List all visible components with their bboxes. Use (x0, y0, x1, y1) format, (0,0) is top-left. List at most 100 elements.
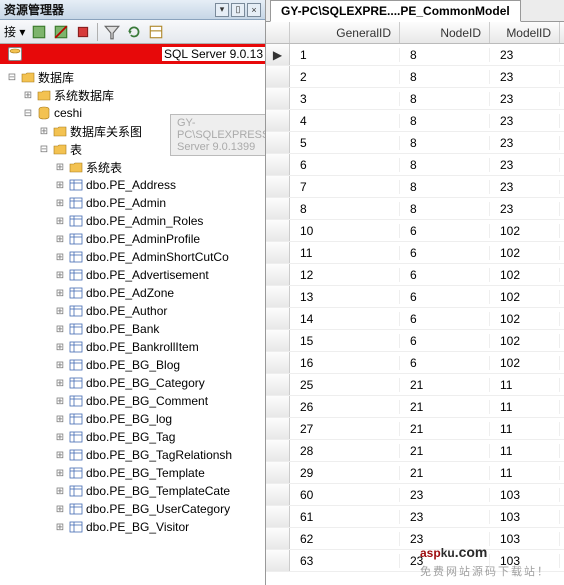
cell[interactable]: 23 (490, 202, 560, 216)
cell[interactable]: 103 (490, 510, 560, 524)
cell[interactable]: 23 (490, 136, 560, 150)
cell[interactable]: 102 (490, 312, 560, 326)
cell[interactable]: 60 (290, 488, 400, 502)
cell[interactable]: 21 (400, 400, 490, 414)
table-node[interactable]: ⊞dbo.PE_BG_Template (0, 464, 265, 482)
cell[interactable]: 5 (290, 136, 400, 150)
table-row[interactable]: 5823 (266, 132, 564, 154)
row-selector[interactable] (266, 154, 290, 175)
expand-icon[interactable]: ⊞ (52, 465, 68, 481)
cell[interactable]: 102 (490, 224, 560, 238)
cell[interactable]: 27 (290, 422, 400, 436)
disconnect-icon[interactable] (53, 24, 69, 40)
table-node[interactable]: ⊞dbo.PE_BG_Blog (0, 356, 265, 374)
cell[interactable]: 8 (400, 48, 490, 62)
table-node[interactable]: ⊞dbo.PE_AdminProfile (0, 230, 265, 248)
node-system-databases[interactable]: ⊞ 系统数据库 (0, 86, 265, 104)
expand-icon[interactable]: ⊞ (20, 87, 36, 103)
cell[interactable]: 8 (400, 180, 490, 194)
table-row[interactable]: 8823 (266, 198, 564, 220)
table-row[interactable]: 4823 (266, 110, 564, 132)
row-selector[interactable] (266, 242, 290, 263)
row-selector[interactable] (266, 66, 290, 87)
cell[interactable]: 7 (290, 180, 400, 194)
pin-icon[interactable]: ▯ (231, 3, 245, 17)
expand-icon[interactable]: ⊞ (36, 123, 52, 139)
table-node[interactable]: ⊞dbo.PE_AdminShortCutCo (0, 248, 265, 266)
cell[interactable]: 14 (290, 312, 400, 326)
row-selector[interactable] (266, 396, 290, 417)
row-selector[interactable] (266, 330, 290, 351)
table-node[interactable]: ⊞dbo.PE_BG_TemplateCate (0, 482, 265, 500)
row-selector[interactable] (266, 550, 290, 571)
row-selector[interactable] (266, 352, 290, 373)
cell[interactable]: 8 (290, 202, 400, 216)
expand-icon[interactable]: ⊞ (52, 447, 68, 463)
connect-icon[interactable] (31, 24, 47, 40)
cell[interactable]: 23 (490, 158, 560, 172)
expand-icon[interactable]: ⊞ (52, 429, 68, 445)
cell[interactable]: 23 (400, 488, 490, 502)
table-node[interactable]: ⊞dbo.PE_AdZone (0, 284, 265, 302)
row-selector[interactable] (266, 132, 290, 153)
expand-icon[interactable]: ⊞ (52, 321, 68, 337)
expand-icon[interactable]: ⊞ (52, 501, 68, 517)
table-row[interactable]: 146102 (266, 308, 564, 330)
table-node[interactable]: ⊞dbo.PE_Bank (0, 320, 265, 338)
tab-active[interactable]: GY-PC\SQLEXPRE....PE_CommonModel (270, 0, 521, 22)
expand-icon[interactable]: ⊞ (52, 159, 68, 175)
table-node[interactable]: ⊞dbo.PE_BG_Visitor (0, 518, 265, 536)
cell[interactable]: 62 (290, 532, 400, 546)
table-row[interactable]: 6323103 (266, 550, 564, 572)
cell[interactable]: 23 (490, 180, 560, 194)
connect-label[interactable]: 接 ▾ (4, 23, 25, 40)
cell[interactable]: 10 (290, 224, 400, 238)
table-node[interactable]: ⊞dbo.PE_BG_log (0, 410, 265, 428)
cell[interactable]: 15 (290, 334, 400, 348)
table-node[interactable]: ⊞dbo.PE_BG_TagRelationsh (0, 446, 265, 464)
row-selector[interactable] (266, 198, 290, 219)
table-row[interactable]: 272111 (266, 418, 564, 440)
cell[interactable]: 103 (490, 554, 560, 568)
cell[interactable]: 102 (490, 356, 560, 370)
cell[interactable]: 23 (400, 554, 490, 568)
table-node[interactable]: ⊞dbo.PE_Address (0, 176, 265, 194)
table-row[interactable]: 282111 (266, 440, 564, 462)
filter-icon[interactable] (104, 24, 120, 40)
row-selector[interactable] (266, 462, 290, 483)
row-selector[interactable] (266, 176, 290, 197)
cell[interactable]: 21 (400, 444, 490, 458)
cell[interactable]: 28 (290, 444, 400, 458)
expand-icon[interactable]: ⊞ (52, 375, 68, 391)
cell[interactable]: 103 (490, 532, 560, 546)
cell[interactable]: 102 (490, 246, 560, 260)
expand-icon[interactable]: ⊞ (52, 195, 68, 211)
table-node[interactable]: ⊞dbo.PE_BG_UserCategory (0, 500, 265, 518)
cell[interactable]: 21 (400, 378, 490, 392)
node-system-tables[interactable]: ⊞ 系统表 (0, 158, 265, 176)
table-row[interactable]: 7823 (266, 176, 564, 198)
cell[interactable]: 16 (290, 356, 400, 370)
refresh-icon[interactable] (126, 24, 142, 40)
row-selector[interactable] (266, 88, 290, 109)
expand-icon[interactable]: ⊞ (52, 339, 68, 355)
row-selector[interactable] (266, 286, 290, 307)
cell[interactable]: 23 (490, 92, 560, 106)
cell[interactable]: 4 (290, 114, 400, 128)
row-selector[interactable] (266, 308, 290, 329)
expand-icon[interactable]: ⊞ (52, 393, 68, 409)
collapse-icon[interactable]: ⊟ (36, 141, 52, 157)
table-node[interactable]: ⊞dbo.PE_Advertisement (0, 266, 265, 284)
cell[interactable]: 25 (290, 378, 400, 392)
cell[interactable]: 6 (400, 290, 490, 304)
cell[interactable]: 102 (490, 268, 560, 282)
cell[interactable]: 6 (400, 268, 490, 282)
column-header[interactable]: ModelID (490, 22, 560, 43)
cell[interactable]: 61 (290, 510, 400, 524)
cell[interactable]: 1 (290, 48, 400, 62)
expand-icon[interactable]: ⊞ (52, 303, 68, 319)
table-row[interactable]: 116102 (266, 242, 564, 264)
cell[interactable]: 2 (290, 70, 400, 84)
row-selector[interactable] (266, 440, 290, 461)
cell[interactable]: 8 (400, 114, 490, 128)
